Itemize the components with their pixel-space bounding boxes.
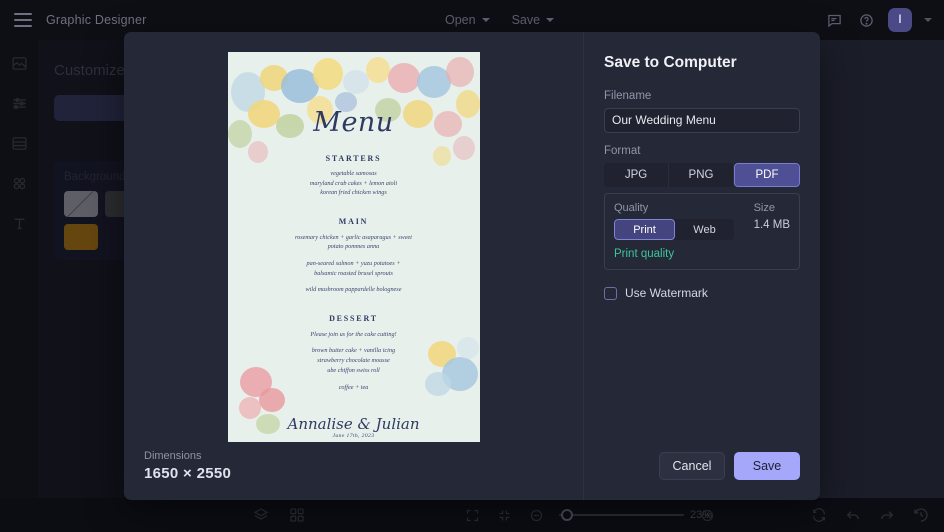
app-title: Graphic Designer	[46, 13, 146, 27]
section-heading: STARTERS	[310, 154, 397, 163]
fullscreen-icon[interactable]	[463, 506, 481, 524]
section-line: balsamic roasted brusel sprouts	[295, 269, 412, 279]
watermark-label: Use Watermark	[625, 286, 708, 300]
format-label: Format	[604, 145, 800, 157]
hamburger-icon[interactable]	[14, 13, 32, 27]
pages-grid-icon[interactable]	[288, 506, 306, 524]
section-line: potato pommes anna	[295, 242, 412, 252]
menu-content: Menu STARTERS vegetable samosas maryland…	[228, 52, 480, 442]
open-menu-button[interactable]: Open	[445, 13, 490, 27]
fit-to-screen-icon[interactable]	[495, 506, 513, 524]
menu-heading: Menu	[313, 107, 393, 138]
bottom-bar-left	[252, 506, 306, 524]
dialog-settings-pane: Save to Computer Filename Our Wedding Me…	[584, 32, 820, 500]
bottom-bar-zoom-controls	[463, 506, 716, 524]
section-line: ube chiffon swiss roll	[310, 366, 396, 376]
chevron-down-icon	[546, 18, 554, 22]
zoom-slider-track	[559, 514, 684, 516]
section-line: strawberry chocolate mousse	[310, 356, 396, 366]
format-segmented-control: JPG PNG PDF	[604, 163, 800, 187]
open-menu-label: Open	[445, 13, 476, 27]
save-menu-button[interactable]: Save	[512, 13, 555, 27]
chevron-down-icon	[482, 18, 490, 22]
print-quality-note: Print quality	[614, 248, 790, 260]
quality-row: Quality Print Web Size 1.4 MB	[614, 202, 790, 240]
design-preview-wrapper: Menu STARTERS vegetable samosas maryland…	[144, 52, 563, 442]
section-line: coffee + tea	[310, 383, 396, 393]
zoom-level-value[interactable]: 23%	[690, 509, 712, 521]
layers-icon[interactable]	[252, 506, 270, 524]
zoom-slider[interactable]	[559, 506, 684, 524]
size-value: 1.4 MB	[754, 219, 790, 231]
section-line: vegetable samosas	[310, 169, 397, 179]
chat-icon[interactable]	[824, 10, 844, 30]
save-to-computer-dialog: Menu STARTERS vegetable samosas maryland…	[124, 32, 820, 500]
layers-panel-icon[interactable]	[8, 132, 30, 154]
section-heading: MAIN	[295, 217, 412, 226]
zoom-slider-handle[interactable]	[561, 509, 573, 521]
quality-box: Quality Print Web Size 1.4 MB Print qual…	[604, 193, 800, 270]
menu-section-main: MAIN rosemary chicken + garlic asaparagu…	[295, 217, 412, 295]
menu-section-dessert: DESSERT Please join us for the cake cutt…	[310, 314, 396, 393]
menu-design-preview[interactable]: Menu STARTERS vegetable samosas maryland…	[228, 52, 480, 442]
dimensions-label: Dimensions	[144, 450, 231, 462]
watermark-row[interactable]: Use Watermark	[604, 286, 800, 300]
format-option-jpg[interactable]: JPG	[604, 163, 669, 187]
bottom-bar-right	[810, 506, 930, 524]
size-label: Size	[754, 202, 790, 214]
section-line: brown butter cake + vanilla icing	[310, 346, 396, 356]
chevron-down-icon[interactable]	[924, 18, 932, 22]
history-icon[interactable]	[912, 506, 930, 524]
quality-option-web[interactable]: Web	[675, 219, 734, 240]
undo-icon[interactable]	[844, 506, 862, 524]
filename-label: Filename	[604, 90, 800, 102]
save-menu-label: Save	[512, 13, 541, 27]
quality-segmented-control: Print Web	[614, 219, 734, 240]
size-column: Size 1.4 MB	[754, 202, 790, 231]
dimensions-value: 1650 × 2550	[144, 465, 231, 482]
section-line: rosemary chicken + garlic asaparagus + s…	[295, 233, 412, 243]
format-option-pdf[interactable]: PDF	[734, 163, 800, 187]
section-line: Please join us for the cake cutting!	[310, 330, 396, 340]
filename-input[interactable]: Our Wedding Menu	[604, 108, 800, 133]
watermark-checkbox[interactable]	[604, 287, 617, 300]
menu-signature: Annalise & Julian June 17th, 2023	[287, 415, 419, 439]
image-frame-icon[interactable]	[8, 52, 30, 74]
top-bar-right: I	[824, 0, 932, 40]
dimensions-block: Dimensions 1650 × 2550	[144, 450, 231, 482]
dialog-actions: Cancel Save	[659, 452, 800, 480]
swatch-transparent[interactable]	[64, 191, 98, 217]
menu-section-starters: STARTERS vegetable samosas maryland crab…	[310, 154, 397, 198]
text-tool-icon[interactable]	[8, 212, 30, 234]
quality-option-print[interactable]: Print	[614, 219, 675, 240]
couple-names: Annalise & Julian	[287, 415, 419, 433]
format-option-png[interactable]: PNG	[669, 163, 734, 187]
bottom-bar: 23%	[0, 498, 944, 532]
swatch-gold[interactable]	[64, 224, 98, 250]
app-window: Graphic Designer Open Save I	[0, 0, 944, 532]
quality-label: Quality	[614, 202, 734, 214]
dialog-title: Save to Computer	[604, 54, 800, 72]
sync-icon[interactable]	[810, 506, 828, 524]
section-line: maryland crab cakes + lemon aioli	[310, 179, 397, 189]
elements-grid-icon[interactable]	[8, 172, 30, 194]
adjust-sliders-icon[interactable]	[8, 92, 30, 114]
section-heading: DESSERT	[310, 314, 396, 323]
redo-icon[interactable]	[878, 506, 896, 524]
dialog-preview-pane: Menu STARTERS vegetable samosas maryland…	[124, 32, 584, 500]
section-line: pan-seared salmon + yuzu potatoes +	[295, 259, 412, 269]
help-circle-icon[interactable]	[856, 10, 876, 30]
zoom-out-icon[interactable]	[527, 506, 545, 524]
event-date: June 17th, 2023	[287, 433, 419, 439]
left-tool-rail	[0, 40, 38, 532]
section-line: korean fried chicken wings	[310, 188, 397, 198]
avatar[interactable]: I	[888, 8, 912, 32]
cancel-button[interactable]: Cancel	[659, 452, 725, 480]
save-button[interactable]: Save	[734, 452, 800, 480]
section-line: wild mushroom pappardelle bolognese	[295, 285, 412, 295]
quality-column: Quality Print Web	[614, 202, 734, 240]
